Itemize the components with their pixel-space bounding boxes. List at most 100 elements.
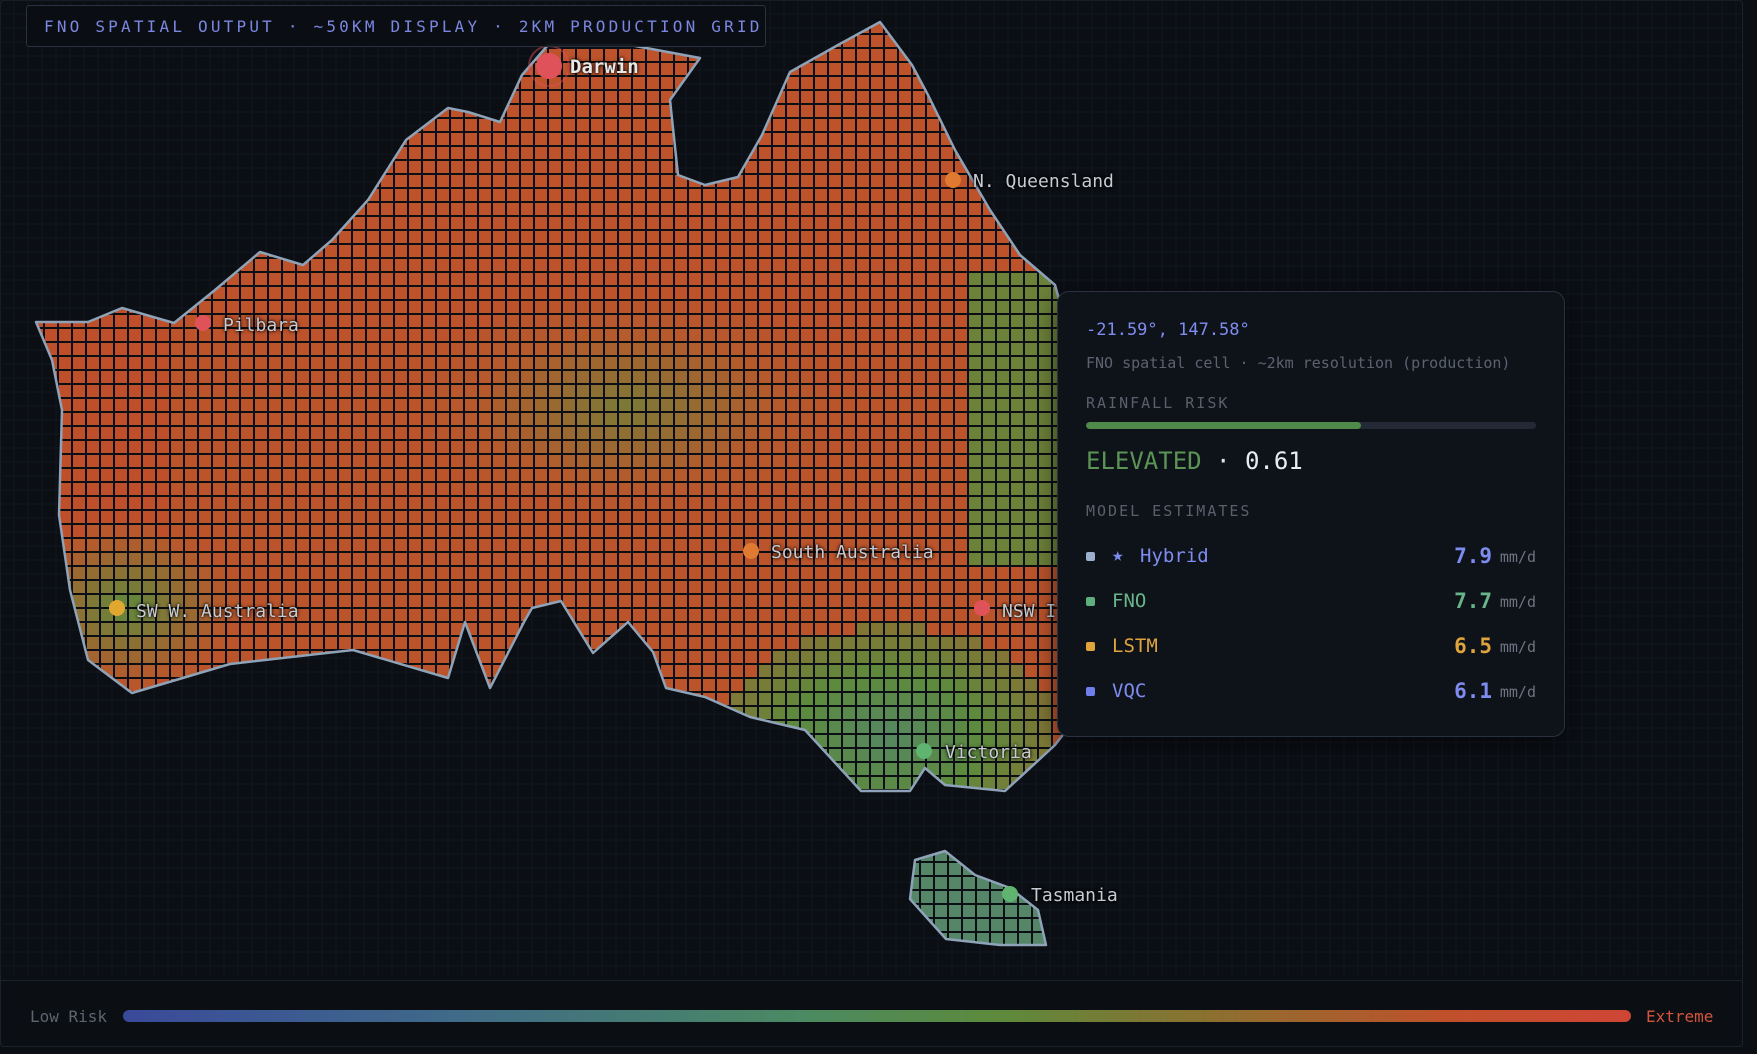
risk-cell[interactable] [941,441,953,453]
risk-cell[interactable] [521,259,533,271]
risk-cell[interactable] [731,287,743,299]
risk-cell[interactable] [773,189,785,201]
risk-cell[interactable] [913,707,925,719]
risk-cell[interactable] [367,749,379,761]
risk-cell[interactable] [773,609,785,621]
risk-cell[interactable] [815,259,827,271]
risk-cell[interactable] [31,399,43,411]
risk-cell[interactable] [731,119,743,131]
risk-cell[interactable] [535,399,547,411]
risk-cell[interactable] [395,371,407,383]
risk-cell[interactable] [801,525,813,537]
risk-cell[interactable] [297,763,309,775]
risk-cell[interactable] [101,105,113,117]
risk-cell[interactable] [395,245,407,257]
risk-cell[interactable] [913,637,925,649]
risk-cell[interactable] [241,623,253,635]
risk-cell[interactable] [283,427,295,439]
risk-cell[interactable] [507,777,519,789]
risk-cell[interactable] [899,679,911,691]
risk-cell[interactable] [717,651,729,663]
risk-cell[interactable] [801,77,813,89]
risk-cell[interactable] [969,273,981,285]
risk-cell[interactable] [675,357,687,369]
risk-cell[interactable] [703,791,715,803]
risk-cell[interactable] [493,735,505,747]
risk-cell[interactable] [73,777,85,789]
risk-cell[interactable] [787,49,799,61]
risk-cell[interactable] [507,371,519,383]
risk-cell[interactable] [913,441,925,453]
risk-cell[interactable] [143,721,155,733]
risk-cell[interactable] [451,525,463,537]
risk-cell[interactable] [535,763,547,775]
risk-cell[interactable] [1053,21,1065,33]
risk-cell[interactable] [395,91,407,103]
risk-cell[interactable] [773,217,785,229]
risk-cell[interactable] [395,525,407,537]
risk-cell[interactable] [437,763,449,775]
risk-cell[interactable] [563,539,575,551]
risk-cell[interactable] [353,791,365,803]
risk-cell[interactable] [367,49,379,61]
risk-cell[interactable] [801,35,813,47]
risk-cell[interactable] [507,217,519,229]
risk-cell[interactable] [437,77,449,89]
risk-cell[interactable] [129,427,141,439]
risk-cell[interactable] [213,231,225,243]
risk-cell[interactable] [549,329,561,341]
risk-cell[interactable] [675,329,687,341]
risk-cell[interactable] [297,721,309,733]
risk-cell[interactable] [955,483,967,495]
risk-cell[interactable] [689,665,701,677]
risk-cell[interactable] [969,413,981,425]
risk-cell[interactable] [745,385,757,397]
risk-cell[interactable] [1067,259,1079,271]
risk-cell[interactable] [1039,385,1051,397]
risk-cell[interactable] [1011,441,1023,453]
risk-cell[interactable] [759,735,771,747]
risk-cell[interactable] [409,189,421,201]
risk-cell[interactable] [311,525,323,537]
risk-cell[interactable] [815,343,827,355]
risk-cell[interactable] [157,721,169,733]
risk-cell[interactable] [941,623,953,635]
risk-cell[interactable] [367,63,379,75]
risk-cell[interactable] [31,441,43,453]
risk-cell[interactable] [633,371,645,383]
risk-cell[interactable] [899,273,911,285]
risk-cell[interactable] [983,21,995,33]
risk-cell[interactable] [353,231,365,243]
risk-cell[interactable] [255,287,267,299]
risk-cell[interactable] [45,791,57,803]
risk-cell[interactable] [437,175,449,187]
risk-cell[interactable] [647,203,659,215]
risk-cell[interactable] [381,217,393,229]
risk-cell[interactable] [759,665,771,677]
risk-cell[interactable] [423,469,435,481]
risk-cell[interactable] [101,133,113,145]
risk-cell[interactable] [171,623,183,635]
risk-cell[interactable] [689,483,701,495]
risk-cell[interactable] [759,413,771,425]
risk-cell[interactable] [507,175,519,187]
risk-cell[interactable] [1053,245,1065,257]
risk-cell[interactable] [549,105,561,117]
risk-cell[interactable] [199,651,211,663]
risk-cell[interactable] [913,791,925,803]
risk-cell[interactable] [157,637,169,649]
risk-cell[interactable] [871,525,883,537]
risk-cell[interactable] [129,567,141,579]
risk-cell[interactable] [549,441,561,453]
risk-cell[interactable] [493,413,505,425]
risk-cell[interactable] [465,497,477,509]
risk-cell[interactable] [143,749,155,761]
risk-cell[interactable] [283,735,295,747]
risk-cell[interactable] [31,189,43,201]
risk-cell[interactable] [815,609,827,621]
risk-cell[interactable] [549,427,561,439]
risk-cell[interactable] [479,483,491,495]
risk-cell[interactable] [605,245,617,257]
risk-cell[interactable] [997,623,1009,635]
risk-cell[interactable] [1019,947,1031,959]
